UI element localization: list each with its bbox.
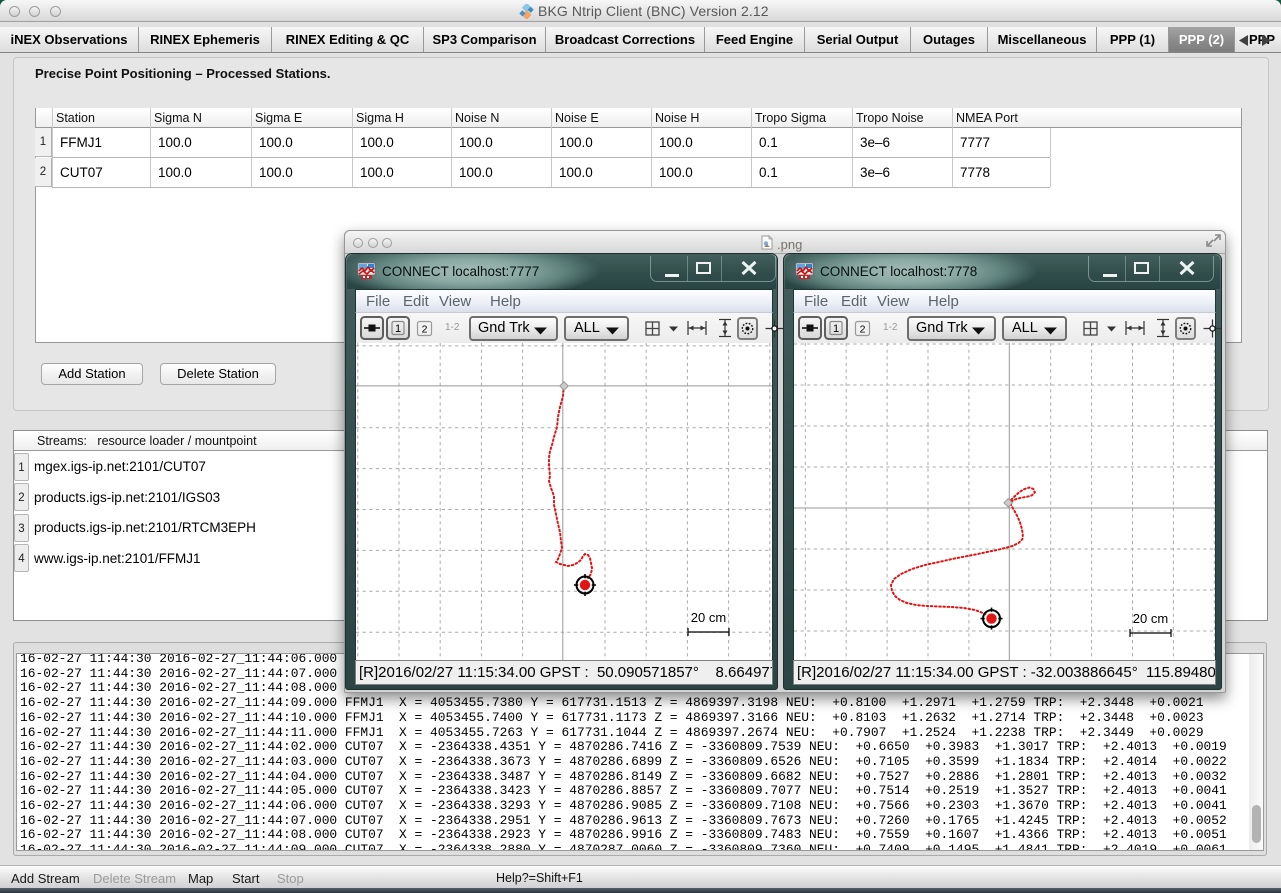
svg-text:2: 2 <box>860 324 866 336</box>
svg-text:20 cm: 20 cm <box>691 610 726 625</box>
svg-text:1: 1 <box>395 323 401 335</box>
svg-text:20 cm: 20 cm <box>1133 611 1168 626</box>
svg-text:1: 1 <box>833 323 839 335</box>
svg-text:2: 2 <box>422 324 428 336</box>
